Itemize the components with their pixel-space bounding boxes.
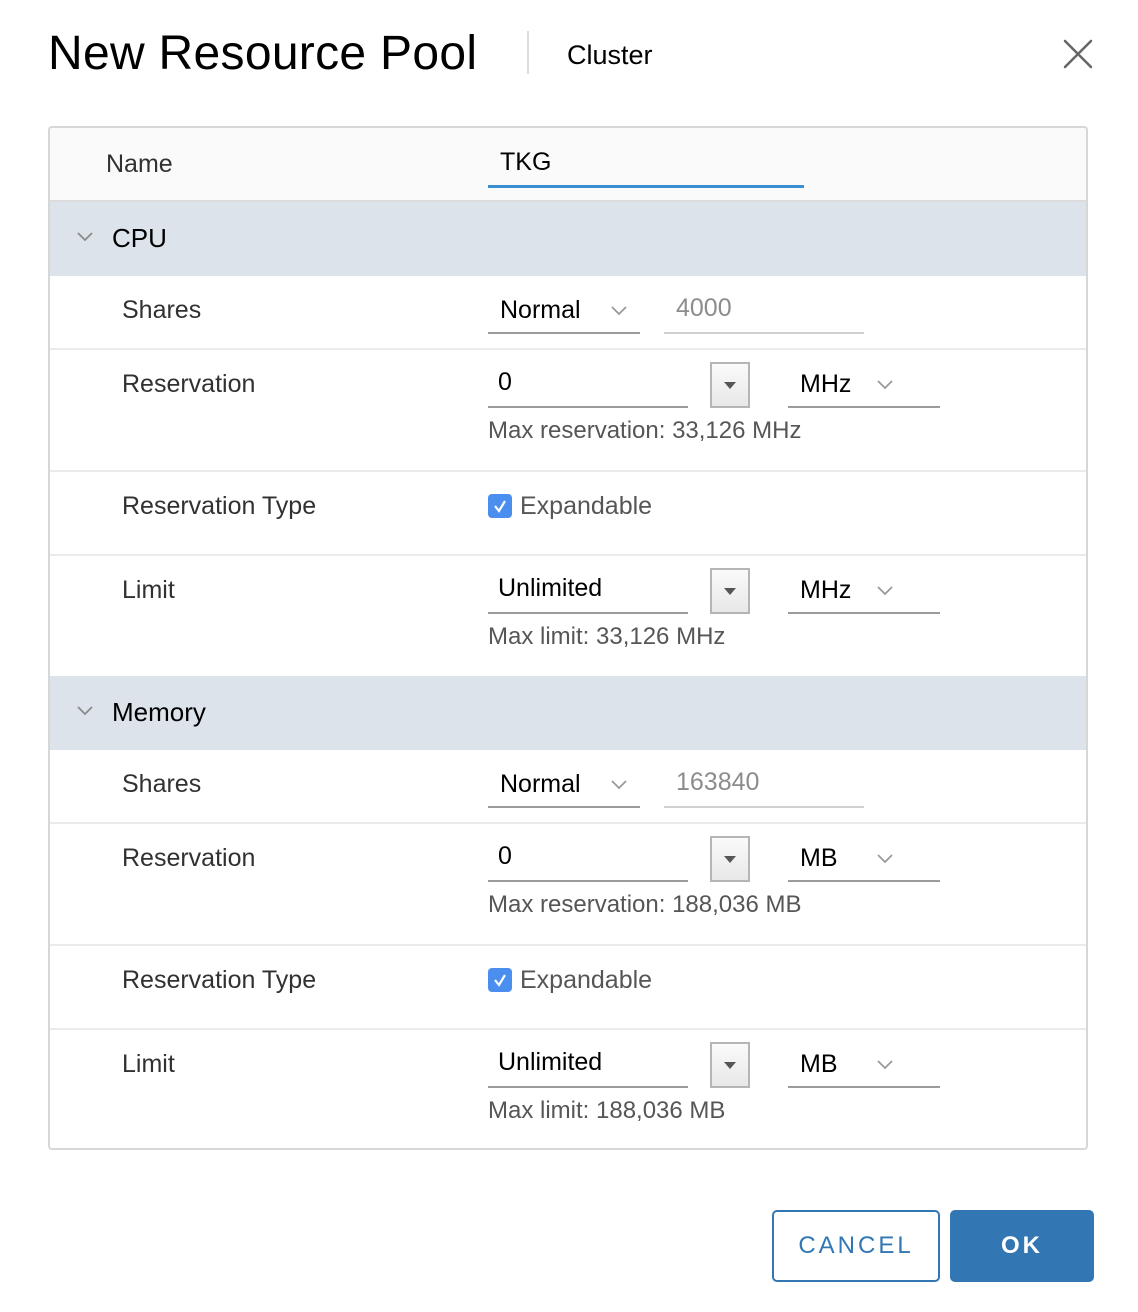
cpu-reservation-row: Reservation 0 MHz Max reservation: 33,12… [50,350,1086,472]
dialog-header: New Resource Pool Cluster [0,0,1138,110]
cpu-shares-level: Normal [500,296,581,324]
memory-reservation-value: 0 [498,842,512,870]
chevron-down-icon [877,1060,893,1070]
cpu-section-title: CPU [112,223,167,253]
chevron-down-icon [877,854,893,864]
memory-reservation-type-row: Reservation Type Expandable [50,946,1086,1030]
chevron-down-icon [77,706,93,716]
cpu-reservation-label: Reservation [122,370,256,398]
caret-down-icon [724,382,736,389]
cpu-limit-value: Unlimited [498,574,603,602]
cpu-expandable-checkbox[interactable] [488,494,512,518]
memory-expandable-label: Expandable [520,966,653,994]
memory-limit-dropdown-button[interactable] [710,1042,750,1088]
memory-shares-value-field: 163840 [664,760,864,808]
cpu-reservation-dropdown-button[interactable] [710,362,750,408]
title-divider [527,31,529,74]
cpu-section-header[interactable]: CPU [50,202,1086,276]
name-row: Name [50,128,1086,202]
dialog-title: New Resource Pool [48,27,478,80]
checkmark-icon [494,974,506,987]
cpu-limit-unit: MHz [800,576,852,604]
memory-reservation-row: Reservation 0 MB Max reservation: 188,03… [50,824,1086,946]
memory-max-reservation-hint: Max reservation: 188,036 MB [488,891,802,918]
cpu-shares-value-field: 4000 [664,286,864,334]
chevron-down-icon [877,586,893,596]
caret-down-icon [724,588,736,595]
cpu-reservation-type-label: Reservation Type [122,492,317,520]
memory-reservation-label: Reservation [122,844,256,872]
memory-section-title: Memory [112,697,206,727]
chevron-down-icon [611,306,627,316]
cpu-shares-row: Shares Normal 4000 [50,276,1086,350]
cpu-reservation-input[interactable]: 0 [488,360,688,408]
chevron-down-icon [611,780,627,790]
memory-section-header[interactable]: Memory [50,676,1086,750]
cpu-shares-select[interactable]: Normal [488,286,640,334]
cpu-limit-input[interactable]: Unlimited [488,566,688,614]
memory-expandable-checkbox[interactable] [488,968,512,992]
memory-shares-value: 163840 [676,768,760,796]
memory-shares-label: Shares [122,770,202,798]
chevron-down-icon [877,380,893,390]
cpu-expandable-label: Expandable [520,492,653,520]
memory-reservation-dropdown-button[interactable] [710,836,750,882]
cpu-shares-value: 4000 [676,294,732,322]
cpu-reservation-type-row: Reservation Type Expandable [50,472,1086,556]
close-icon [1063,39,1093,69]
cpu-max-limit-hint: Max limit: 33,126 MHz [488,623,726,650]
ok-button[interactable]: OK [950,1210,1094,1282]
memory-limit-unit: MB [800,1050,838,1078]
memory-shares-select[interactable]: Normal [488,760,640,808]
checkmark-icon [494,500,506,513]
memory-limit-unit-select[interactable]: MB [788,1040,940,1088]
memory-limit-row: Limit Unlimited MB Max limit: 188,036 MB [50,1030,1086,1148]
memory-limit-input[interactable]: Unlimited [488,1040,688,1088]
memory-reservation-input[interactable]: 0 [488,834,688,882]
memory-reservation-unit-select[interactable]: MB [788,834,940,882]
cancel-button[interactable]: CANCEL [772,1210,940,1282]
caret-down-icon [724,856,736,863]
dialog-subtitle: Cluster [567,40,653,70]
caret-down-icon [724,1062,736,1069]
cpu-reservation-value: 0 [498,368,512,396]
name-label: Name [106,150,173,178]
chevron-down-icon [77,232,93,242]
memory-reservation-type-label: Reservation Type [122,966,317,994]
cpu-max-reservation-hint: Max reservation: 33,126 MHz [488,417,802,444]
cpu-limit-unit-select[interactable]: MHz [788,566,940,614]
memory-max-limit-hint: Max limit: 188,036 MB [488,1097,726,1124]
close-button[interactable] [1058,34,1098,74]
memory-limit-value: Unlimited [498,1048,603,1076]
name-input[interactable] [488,140,804,188]
cpu-limit-row: Limit Unlimited MHz Max limit: 33,126 MH… [50,556,1086,676]
memory-limit-label: Limit [122,1050,175,1078]
memory-reservation-unit: MB [800,844,838,872]
cpu-limit-label: Limit [122,576,175,604]
cpu-limit-dropdown-button[interactable] [710,568,750,614]
memory-shares-row: Shares Normal 163840 [50,750,1086,824]
cpu-reservation-unit-select[interactable]: MHz [788,360,940,408]
cpu-reservation-unit: MHz [800,370,852,398]
cpu-shares-label: Shares [122,296,202,324]
memory-shares-level: Normal [500,770,581,798]
resource-pool-form: Name CPU Shares Normal 4000 Reservation … [48,126,1088,1150]
